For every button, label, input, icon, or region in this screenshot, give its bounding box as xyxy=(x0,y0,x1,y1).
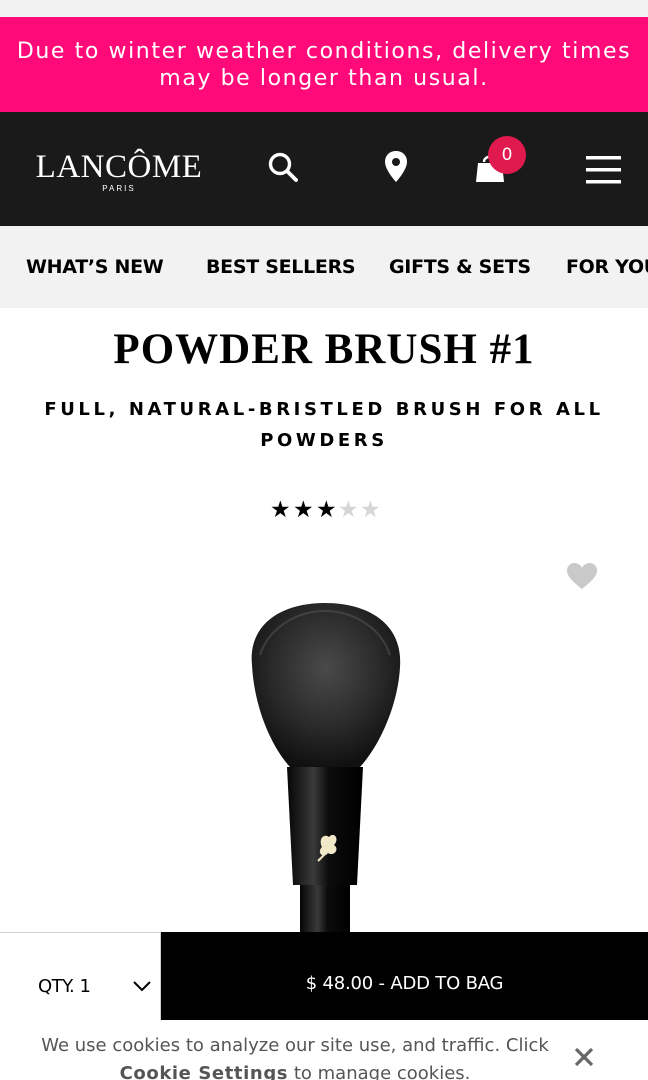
location-icon[interactable] xyxy=(383,150,409,184)
delivery-notice-banner: Due to winter weather conditions, delive… xyxy=(0,17,648,112)
quantity-label: QTY. 1 xyxy=(38,976,91,997)
cookie-text-before: We use cookies to analyze our site use, … xyxy=(41,1035,549,1056)
banner-line-2: may be longer than usual. xyxy=(159,65,489,91)
star-icon-filled: ★ xyxy=(293,496,314,522)
status-strip xyxy=(0,0,648,17)
cookie-settings-link[interactable]: Cookie Settings xyxy=(120,1063,289,1080)
logo-wordmark: LANCÔME xyxy=(35,149,203,185)
nav-item-gifts-sets[interactable]: GIFTS & SETS xyxy=(389,255,531,279)
nav-item-for-you[interactable]: FOR YOU xyxy=(566,255,648,279)
quantity-selector[interactable]: QTY. 1 xyxy=(0,932,161,1020)
star-icon-filled: ★ xyxy=(270,496,291,522)
category-nav: WHAT’S NEW BEST SELLERS GIFTS & SETS FOR… xyxy=(0,226,648,308)
logo-subtitle: PARIS xyxy=(102,184,136,193)
cookie-message: We use cookies to analyze our site use, … xyxy=(30,1032,560,1080)
brand-logo[interactable]: LANCÔME PARIS xyxy=(34,150,204,193)
product-title: POWDER BRUSH #1 xyxy=(113,326,535,373)
search-icon[interactable] xyxy=(266,150,300,184)
star-icon-empty: ★ xyxy=(360,496,381,522)
product-subtitle-line-1: FULL, NATURAL-BRISTLED BRUSH FOR ALL xyxy=(44,399,604,420)
chevron-down-icon xyxy=(133,981,151,992)
add-to-bag-button[interactable]: $ 48.00 - ADD TO BAG xyxy=(161,932,648,1020)
hamburger-menu-icon[interactable] xyxy=(585,154,623,186)
star-icon-empty: ★ xyxy=(338,496,359,522)
nav-item-best-sellers[interactable]: BEST SELLERS xyxy=(206,255,356,279)
product-brush-image xyxy=(251,603,401,935)
star-rating[interactable]: ★ ★ ★ ★ ★ xyxy=(270,496,382,522)
cookie-banner: We use cookies to analyze our site use, … xyxy=(0,1020,648,1080)
product-subtitle-line-2: POWDERS xyxy=(260,430,388,451)
product-subtitle: FULL, NATURAL-BRISTLED BRUSH FOR ALL POW… xyxy=(30,394,618,456)
heart-icon[interactable] xyxy=(566,562,598,590)
banner-line-1: Due to winter weather conditions, delive… xyxy=(16,38,632,64)
cart-count-badge[interactable]: 0 xyxy=(488,136,526,174)
cookie-text-after: to manage cookies. xyxy=(293,1063,471,1080)
site-header: LANCÔME PARIS xyxy=(0,112,648,226)
nav-item-whats-new[interactable]: WHAT’S NEW xyxy=(26,255,164,279)
star-icon-filled: ★ xyxy=(316,496,337,522)
close-icon[interactable] xyxy=(573,1046,595,1068)
